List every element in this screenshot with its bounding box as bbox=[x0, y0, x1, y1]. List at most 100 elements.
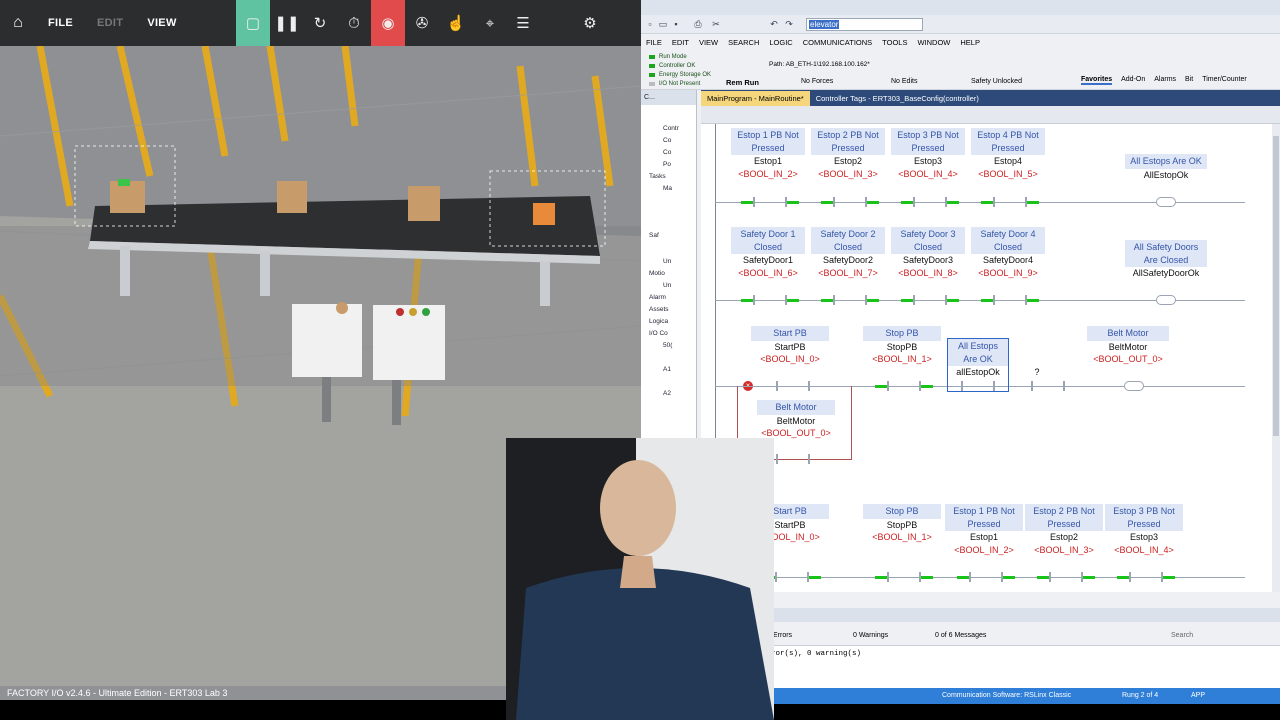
xic-contact[interactable] bbox=[763, 572, 821, 582]
organizer-item[interactable]: Saf bbox=[649, 232, 659, 239]
rung3-contact[interactable]: Estop 3 PB Not Pressed Estop3 <BOOL_IN_4> bbox=[1105, 504, 1183, 556]
pause-icon[interactable]: ❚❚ bbox=[270, 0, 304, 46]
door-contact[interactable]: Safety Door 2 Closed SafetyDoor2 <BOOL_IN_… bbox=[811, 227, 885, 279]
organizer-item[interactable]: Alarm bbox=[649, 294, 666, 301]
cut-icon[interactable]: ✂ bbox=[711, 19, 721, 29]
belt-motor-coil[interactable]: Belt Motor BeltMotor <BOOL_OUT_0> bbox=[1087, 326, 1169, 366]
menu-file[interactable]: FILE bbox=[36, 17, 85, 29]
door-contact[interactable]: Safety Door 3 Closed SafetyDoor3 <BOOL_IN_… bbox=[891, 227, 965, 279]
menu-edit[interactable]: EDIT bbox=[85, 17, 135, 29]
menu-help[interactable]: HELP bbox=[955, 38, 985, 47]
comm-path[interactable]: Path: AB_ETH-1\192.168.100.162* bbox=[769, 61, 870, 68]
xic-contact[interactable] bbox=[875, 572, 933, 582]
organizer-item[interactable]: A1 bbox=[663, 366, 671, 373]
ote-coil[interactable] bbox=[1156, 295, 1176, 305]
reset-icon[interactable]: ↻ bbox=[303, 0, 337, 46]
xic-contact[interactable] bbox=[1037, 572, 1095, 582]
organizer-item[interactable]: Po bbox=[663, 161, 671, 168]
tab-timer-counter[interactable]: Timer/Counter bbox=[1202, 76, 1246, 85]
ote-coil[interactable] bbox=[1156, 197, 1176, 207]
menu-search[interactable]: SEARCH bbox=[723, 38, 764, 47]
redo-icon[interactable]: ↷ bbox=[784, 19, 794, 29]
ote-coil[interactable] bbox=[1124, 381, 1144, 391]
errors-filter[interactable]: Errors bbox=[773, 632, 792, 639]
organizer-item[interactable]: Logica bbox=[649, 318, 668, 325]
xic-contact[interactable] bbox=[776, 454, 810, 464]
menu-window[interactable]: WINDOW bbox=[912, 38, 955, 47]
xic-contact[interactable] bbox=[821, 295, 879, 305]
menu-communications[interactable]: COMMUNICATIONS bbox=[798, 38, 877, 47]
warnings-filter[interactable]: 0 Warnings bbox=[853, 632, 888, 639]
organizer-item[interactable]: I/O Co bbox=[649, 330, 668, 337]
xic-contact[interactable] bbox=[981, 197, 1039, 207]
xic-contact[interactable] bbox=[1031, 381, 1065, 391]
xic-contact[interactable] bbox=[901, 295, 959, 305]
organizer-item[interactable]: Co bbox=[663, 149, 671, 156]
xic-contact[interactable] bbox=[741, 197, 799, 207]
tab-bit[interactable]: Bit bbox=[1185, 76, 1193, 85]
new-icon[interactable]: ▫ bbox=[645, 19, 655, 29]
estop-contact[interactable]: Estop 2 PB Not Pressed Estop2 <BOOL_IN_3> bbox=[811, 128, 885, 180]
start-contact[interactable]: Start PB StartPB <BOOL_IN_0> bbox=[751, 326, 829, 366]
tab-add-on[interactable]: Add-On bbox=[1121, 76, 1145, 85]
drivers-icon[interactable]: ⚙ bbox=[573, 0, 607, 46]
forces-status[interactable]: No Forces bbox=[801, 78, 833, 85]
estop-contact[interactable]: Estop 4 PB Not Pressed Estop4 <BOOL_IN_5> bbox=[971, 128, 1045, 180]
menu-view[interactable]: VIEW bbox=[135, 17, 188, 29]
xic-contact[interactable] bbox=[741, 295, 799, 305]
xic-contact[interactable] bbox=[981, 295, 1039, 305]
xic-contact[interactable] bbox=[821, 197, 879, 207]
organizer-item[interactable]: Un bbox=[663, 258, 671, 265]
messages-filter[interactable]: 0 of 6 Messages bbox=[935, 632, 986, 639]
menu-edit[interactable]: EDIT bbox=[667, 38, 694, 47]
organizer-item[interactable]: Assets bbox=[649, 306, 669, 313]
search-combo[interactable]: elevator bbox=[806, 18, 923, 31]
organizer-item[interactable]: Contr bbox=[663, 125, 679, 132]
timer-icon[interactable]: ⏱ bbox=[337, 0, 371, 46]
tab-alarms[interactable]: Alarms bbox=[1154, 76, 1176, 85]
undo-icon[interactable]: ↶ bbox=[769, 19, 779, 29]
open-icon[interactable]: ▭ bbox=[658, 19, 668, 29]
ladder-editor[interactable]: 0 1 2 × Estop 1 PB Not PressedEstop1<BOO… bbox=[701, 124, 1272, 592]
rung3-contact[interactable]: Estop 1 PB Not Pressed Estop1 <BOOL_IN_2> bbox=[945, 504, 1023, 556]
door-ok-coil[interactable]: All Safety Doors Are Closed AllSafetyDoor… bbox=[1125, 240, 1207, 280]
organizer-item[interactable]: 50( bbox=[663, 342, 672, 349]
xic-contact[interactable] bbox=[961, 381, 995, 391]
scroll-thumb[interactable] bbox=[1273, 136, 1279, 436]
organizer-item[interactable]: Ma bbox=[663, 185, 672, 192]
organizer-item[interactable]: Un bbox=[663, 282, 671, 289]
organizer-item[interactable]: Motio bbox=[649, 270, 665, 277]
estop-contact[interactable]: Estop 3 PB Not Pressed Estop3 <BOOL_IN_4> bbox=[891, 128, 965, 180]
stop-contact[interactable]: Stop PB StopPB <BOOL_IN_1> bbox=[863, 326, 941, 366]
rem-run-dropdown[interactable]: Rem Run bbox=[726, 78, 759, 87]
door-contact[interactable]: Safety Door 1 Closed SafetyDoor1 <BOOL_IN_… bbox=[731, 227, 805, 279]
seal-in-contact[interactable]: Belt Motor BeltMotor <BOOL_OUT_0> bbox=[757, 400, 835, 440]
list-icon[interactable]: ☰ bbox=[506, 0, 540, 46]
home-icon[interactable]: ⌂ bbox=[0, 14, 36, 32]
estop-ok-coil[interactable]: All Estops Are OK AllEstopOk bbox=[1125, 154, 1207, 181]
organizer-item[interactable]: Tasks bbox=[649, 173, 666, 180]
door-contact[interactable]: Safety Door 4 Closed SafetyDoor4 <BOOL_IN_… bbox=[971, 227, 1045, 279]
rung3-contact[interactable]: Stop PB StopPB <BOOL_IN_1> bbox=[863, 504, 941, 544]
tab-controller-tags[interactable]: Controller Tags - ERT303_BaseConfig(cont… bbox=[810, 91, 985, 106]
estop-contact[interactable]: Estop 1 PB Not Pressed Estop1 <BOOL_IN_2> bbox=[731, 128, 805, 180]
rung3-contact[interactable]: Estop 2 PB Not Pressed Estop2 <BOOL_IN_3> bbox=[1025, 504, 1103, 556]
xic-contact[interactable] bbox=[901, 197, 959, 207]
menu-logic[interactable]: LOGIC bbox=[764, 38, 797, 47]
fan-icon[interactable]: ✇ bbox=[405, 0, 439, 46]
menu-file[interactable]: FILE bbox=[641, 38, 667, 47]
edits-status[interactable]: No Edits bbox=[891, 78, 917, 85]
xic-contact[interactable] bbox=[1117, 572, 1175, 582]
save-icon[interactable]: ▪ bbox=[671, 19, 681, 29]
vertical-scrollbar[interactable] bbox=[1272, 124, 1280, 592]
hand-icon[interactable]: ☝ bbox=[439, 0, 473, 46]
target-icon[interactable]: ⌖ bbox=[473, 0, 507, 46]
xic-contact[interactable] bbox=[957, 572, 1015, 582]
safety-icon[interactable]: ◉ bbox=[371, 0, 405, 46]
menu-view[interactable]: VIEW bbox=[694, 38, 723, 47]
organizer-item[interactable]: Co bbox=[663, 137, 671, 144]
tab-main-routine[interactable]: MainProgram - MainRoutine* bbox=[701, 91, 810, 106]
menu-tools[interactable]: TOOLS bbox=[877, 38, 912, 47]
errors-search[interactable]: Search bbox=[1171, 632, 1193, 639]
xic-contact[interactable] bbox=[875, 381, 933, 391]
